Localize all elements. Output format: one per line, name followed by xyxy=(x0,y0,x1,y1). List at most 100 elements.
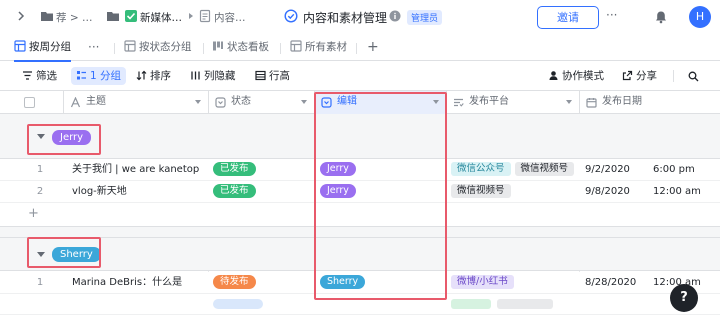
breadcrumb-root[interactable]: 荐 > … xyxy=(56,10,92,25)
filter-icon xyxy=(23,71,32,80)
help-button[interactable]: ? xyxy=(670,284,698,312)
select-all-checkbox[interactable] xyxy=(24,97,35,108)
status-badge-clipped xyxy=(213,299,263,309)
collab-mode-button[interactable]: 协作模式 xyxy=(548,67,604,85)
add-record-button[interactable]: + xyxy=(28,203,48,225)
column-label: 发布平台 xyxy=(469,96,509,107)
sort-label: 排序 xyxy=(150,70,171,82)
topic-cell[interactable]: Marina DeBris：什么是 xyxy=(72,272,208,294)
grid-view-icon xyxy=(290,40,302,52)
column-header-status[interactable]: 状态 xyxy=(209,91,315,114)
collab-mode-label: 协作模式 xyxy=(562,70,604,82)
group-label: 1 分组 xyxy=(90,70,122,82)
column-menu-icon[interactable] xyxy=(195,100,201,104)
column-header-topic[interactable]: 主题 xyxy=(64,91,209,114)
row-number: 2 xyxy=(36,186,44,197)
platform-tag-clipped xyxy=(497,299,553,309)
column-label: 主题 xyxy=(86,96,106,107)
toolbar-divider xyxy=(673,70,674,82)
time-cell[interactable]: 12:00 am xyxy=(653,181,713,203)
search-icon[interactable] xyxy=(688,71,699,82)
expand-sidebar-icon[interactable] xyxy=(14,9,28,23)
grid-view-icon xyxy=(14,40,26,52)
row-height-label: 行高 xyxy=(269,70,290,82)
user-avatar[interactable]: H xyxy=(689,6,711,28)
tab-divider xyxy=(203,43,204,54)
breadcrumb-doc[interactable]: 内容… xyxy=(214,10,246,25)
tab-divider xyxy=(114,43,115,54)
view-tabs: 按周分组 ··· 按状态分组 状态看板 所有素材 + xyxy=(0,35,720,62)
text-field-icon xyxy=(70,97,81,108)
group-button[interactable]: 1 分组 xyxy=(71,67,127,85)
date-cell[interactable]: 9/8/2020 xyxy=(585,181,645,203)
row-number: 1 xyxy=(36,164,44,175)
tab-label: 按状态分组 xyxy=(139,41,192,53)
hide-fields-button[interactable]: 列隐藏 xyxy=(190,67,236,85)
sort-icon xyxy=(136,70,147,81)
folder-icon xyxy=(107,12,119,21)
row-height-icon xyxy=(255,70,266,81)
topic-cell[interactable]: 关于我们 | we are kanetop xyxy=(72,159,208,181)
tab-label: 所有素材 xyxy=(305,41,347,53)
column-menu-icon[interactable] xyxy=(301,100,307,104)
hide-fields-label: 列隐藏 xyxy=(204,70,236,82)
tab-by-week[interactable]: 按周分组 xyxy=(14,35,71,62)
calendar-icon xyxy=(586,98,597,108)
app-window: 荐 > … 新媒体… 内容… 内容和素材管理 管理员 邀请 ··· H 按周分组… xyxy=(0,0,720,315)
highlight-box-editor-column xyxy=(314,92,447,300)
column-menu-icon[interactable] xyxy=(566,100,572,104)
info-icon[interactable] xyxy=(389,10,401,22)
notification-bell-icon[interactable] xyxy=(654,10,668,24)
columns-icon xyxy=(191,71,200,80)
chevron-right-icon xyxy=(189,13,193,19)
share-icon xyxy=(622,70,633,81)
check-circle-icon xyxy=(284,9,298,23)
multi-select-icon xyxy=(454,98,464,107)
group-icon xyxy=(77,71,86,80)
platform-tag[interactable]: 微信视频号 xyxy=(451,184,511,198)
invite-button[interactable]: 邀请 xyxy=(537,6,599,29)
status-badge[interactable]: 已发布 xyxy=(213,162,256,176)
tab-status-board[interactable]: 状态看板 xyxy=(212,35,269,61)
tab-all-assets[interactable]: 所有素材 xyxy=(290,35,347,61)
row-number: 1 xyxy=(36,277,44,288)
add-view-button[interactable]: + xyxy=(367,35,379,61)
date-cell[interactable]: 8/28/2020 xyxy=(585,272,645,294)
select-all-header xyxy=(0,91,64,114)
platform-tag[interactable]: 微博/小红书 xyxy=(451,275,514,289)
more-options-button[interactable]: ··· xyxy=(606,8,617,22)
folder-icon xyxy=(41,12,53,21)
sort-button[interactable]: 排序 xyxy=(136,67,171,85)
breadcrumb-folder[interactable]: 新媒体… xyxy=(140,10,182,25)
grid-view-icon xyxy=(124,40,136,52)
date-cell[interactable]: 9/2/2020 xyxy=(585,159,645,181)
document-icon xyxy=(199,9,211,23)
column-label: 状态 xyxy=(231,96,251,107)
column-header-date[interactable]: 发布日期 xyxy=(580,91,720,114)
platform-tag[interactable]: 微信公众号 xyxy=(451,162,511,176)
status-badge[interactable]: 已发布 xyxy=(213,184,256,198)
tab-label: 状态看板 xyxy=(227,41,269,53)
checkbox-icon xyxy=(125,10,137,22)
share-label: 分享 xyxy=(636,70,657,82)
highlight-box-sherry-group xyxy=(27,237,101,268)
tab-more-button[interactable]: ··· xyxy=(88,35,99,61)
tab-divider xyxy=(280,43,281,54)
filter-button[interactable]: 筛选 xyxy=(22,67,57,85)
tab-by-status[interactable]: 按状态分组 xyxy=(124,35,192,61)
row-height-button[interactable]: 行高 xyxy=(255,67,290,85)
column-header-platform[interactable]: 发布平台 xyxy=(447,91,580,114)
kanban-icon xyxy=(213,41,223,51)
single-select-icon xyxy=(215,97,226,108)
page-title: 内容和素材管理 xyxy=(303,11,388,25)
time-cell[interactable]: 6:00 pm xyxy=(653,159,713,181)
share-button[interactable]: 分享 xyxy=(622,67,657,85)
topic-cell[interactable]: vlog-新天地 xyxy=(72,181,208,203)
platform-tag-clipped xyxy=(451,299,491,309)
platform-tag[interactable]: 微信视频号 xyxy=(514,162,575,176)
tab-label: 按周分组 xyxy=(29,41,71,53)
column-label: 发布日期 xyxy=(602,96,642,107)
role-badge: 管理员 xyxy=(407,10,443,25)
status-badge[interactable]: 待发布 xyxy=(213,275,256,289)
highlight-box-jerry-group xyxy=(27,124,101,155)
